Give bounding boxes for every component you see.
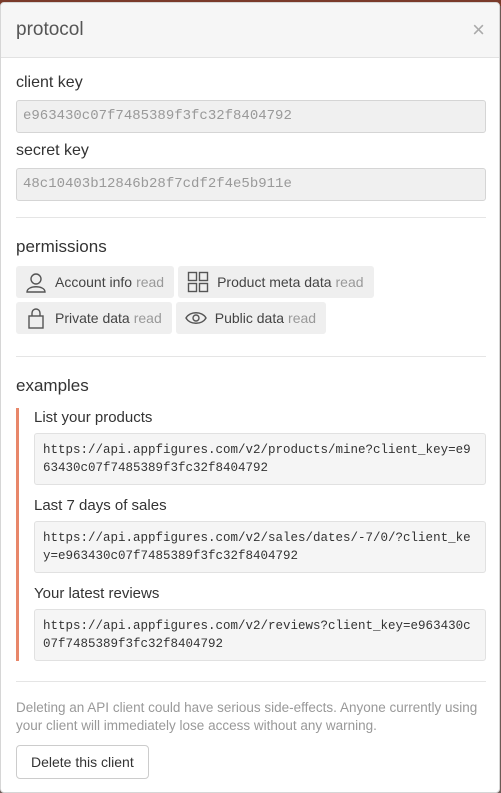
client-key-label: client key: [16, 74, 83, 91]
permission-label: Product meta data: [217, 274, 332, 290]
example-item: List your products https://api.appfigure…: [34, 408, 486, 485]
permission-label: Public data: [214, 310, 285, 326]
permissions-row: Account info read Product meta data read: [16, 266, 484, 298]
permissions-row: Private data read Public data read: [16, 302, 484, 334]
example-item: Your latest reviews https://api.appfigur…: [34, 584, 486, 661]
permissions-title: permissions: [16, 237, 107, 256]
examples-title: examples: [16, 376, 89, 395]
example-url[interactable]: https://api.appfigures.com/v2/reviews?cl…: [34, 609, 486, 661]
secret-key-field[interactable]: 48c10403b12846b28f7cdf2f4e5b911e: [16, 168, 486, 201]
client-key-field[interactable]: e963430c07f7485389f3fc32f8404792: [16, 100, 486, 133]
grid-icon: [186, 270, 210, 294]
eye-icon: [184, 306, 208, 330]
dialog-body: client key e963430c07f7485389f3fc32f8404…: [1, 72, 499, 779]
permission-label: Private data: [55, 310, 130, 326]
permission-public-data: Public data read: [175, 302, 327, 334]
delete-warning: Deleting an API client could have seriou…: [16, 700, 478, 733]
permission-suffix: read: [136, 274, 165, 290]
example-url[interactable]: https://api.appfigures.com/v2/sales/date…: [34, 521, 486, 573]
dialog-title: protocol: [16, 19, 84, 40]
example-item: Last 7 days of sales https://api.appfigu…: [34, 496, 486, 573]
example-label: Last 7 days of sales: [34, 497, 167, 514]
permission-private-data: Private data read: [16, 302, 172, 334]
permission-suffix: read: [335, 274, 364, 290]
close-icon[interactable]: ×: [472, 19, 485, 41]
permission-label: Account info: [55, 274, 133, 290]
lock-icon: [24, 306, 48, 330]
permission-product-meta: Product meta data read: [178, 266, 374, 298]
examples-list: List your products https://api.appfigure…: [16, 408, 486, 661]
user-icon: [24, 270, 48, 294]
example-label: Your latest reviews: [34, 585, 160, 602]
divider: [16, 217, 486, 218]
permission-account-info: Account info read: [16, 266, 175, 298]
dialog-header: protocol ×: [1, 3, 499, 58]
example-url[interactable]: https://api.appfigures.com/v2/products/m…: [34, 433, 486, 485]
api-client-dialog: protocol × client key e963430c07f7485389…: [0, 2, 500, 793]
divider: [16, 356, 486, 357]
permission-suffix: read: [133, 310, 162, 326]
example-label: List your products: [34, 409, 153, 426]
divider: [16, 681, 486, 682]
secret-key-label: secret key: [16, 142, 89, 159]
delete-client-button[interactable]: Delete this client: [16, 745, 149, 779]
permission-suffix: read: [288, 310, 317, 326]
